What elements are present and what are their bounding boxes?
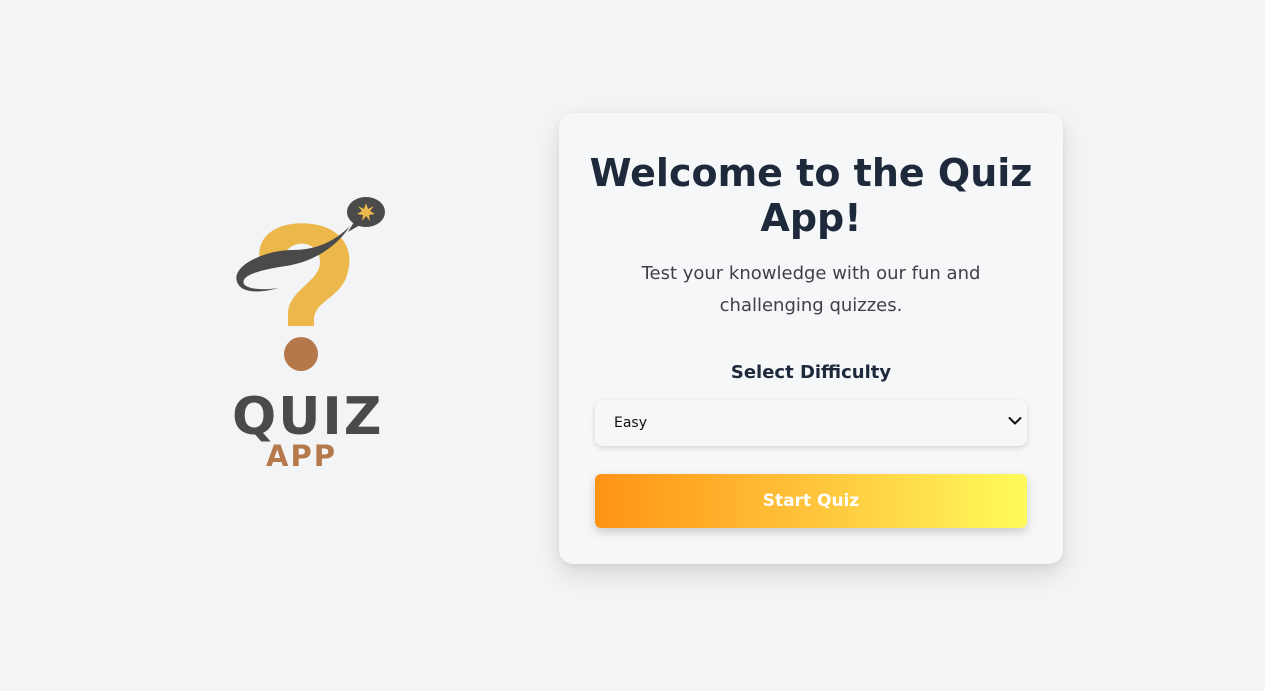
logo-wordmark-app: APP — [266, 439, 337, 473]
page-subtitle: Test your knowledge with our fun and cha… — [641, 263, 981, 316]
page-title: Welcome to the Quiz App! — [589, 151, 1033, 240]
start-quiz-button[interactable]: Start Quiz — [595, 474, 1027, 528]
difficulty-selected-value: Easy — [614, 415, 648, 431]
difficulty-label: Select Difficulty — [730, 362, 892, 383]
difficulty-select[interactable]: Easy — [595, 400, 1027, 446]
question-mark-speech-bubble-icon — [236, 197, 385, 371]
quiz-app-logo: QUIZ APP — [226, 192, 391, 482]
chevron-down-icon — [1008, 417, 1022, 425]
welcome-card: Welcome to the Quiz App! Test your knowl… — [559, 113, 1063, 564]
logo-wordmark-quiz: QUIZ — [232, 387, 384, 447]
quiz-welcome-page: QUIZ APP Welcome to the Quiz App! Test y… — [0, 0, 1265, 691]
question-dot — [284, 337, 318, 371]
